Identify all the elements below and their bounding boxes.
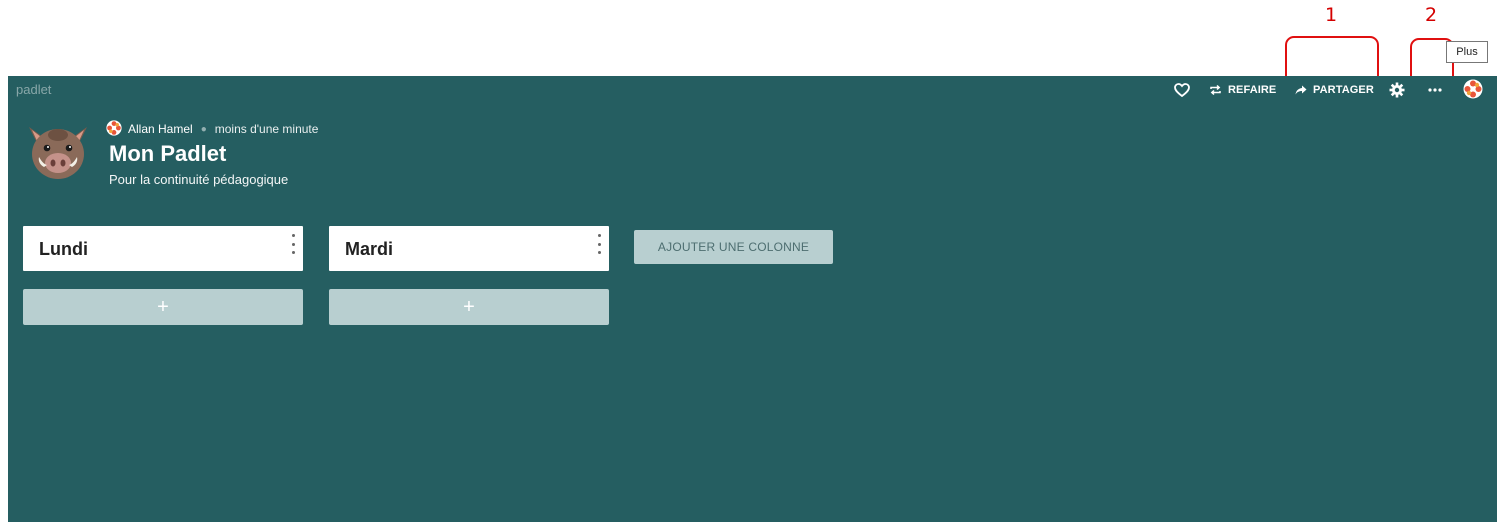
add-post-button[interactable]: +: [329, 289, 609, 325]
settings-button[interactable]: [1389, 81, 1405, 99]
author-avatar-icon: [106, 119, 122, 139]
add-column-button[interactable]: AJOUTER UNE COLONNE: [634, 230, 833, 264]
annotation-number-2: 2: [1425, 4, 1438, 26]
boar-icon: [23, 127, 93, 185]
ellipsis-icon: [1428, 88, 1442, 92]
board-subtitle: Pour la continuité pédagogique: [109, 172, 289, 187]
more-button[interactable]: [1428, 81, 1442, 99]
repeat-icon: [1209, 84, 1222, 96]
share-arrow-icon: [1295, 85, 1307, 95]
column-header[interactable]: Mardi: [329, 226, 609, 271]
partager-button[interactable]: PARTAGER: [1295, 81, 1374, 99]
remake-label: REFAIRE: [1228, 84, 1277, 96]
board-avatar[interactable]: [23, 121, 93, 186]
padlet-board: padlet REFAIRE PARTAGER Allan Hamel ● mo…: [8, 76, 1497, 522]
author-name[interactable]: Allan Hamel: [128, 122, 193, 136]
share-label: PARTAGER: [1313, 84, 1374, 96]
column-menu-icon[interactable]: [595, 234, 603, 254]
remake-button[interactable]: REFAIRE: [1209, 81, 1276, 99]
annotation-number-1: 1: [1325, 4, 1338, 26]
top-bar: padlet REFAIRE PARTAGER: [8, 76, 1497, 104]
padlet-brand[interactable]: padlet: [16, 82, 51, 97]
column-title: Mardi: [345, 239, 394, 259]
column-header[interactable]: Lundi: [23, 226, 303, 271]
user-menu-button[interactable]: [1463, 79, 1483, 99]
heart-icon: [1174, 83, 1190, 97]
column-lundi: Lundi +: [23, 226, 303, 325]
more-tooltip: Plus: [1446, 41, 1488, 63]
author-row: Allan Hamel ● moins d'une minute: [106, 119, 319, 139]
board-title: Mon Padlet: [109, 141, 227, 166]
column-title: Lundi: [39, 239, 88, 259]
like-button[interactable]: [1174, 81, 1190, 99]
column-menu-icon[interactable]: [289, 234, 297, 254]
separator-dot: ●: [200, 123, 207, 135]
column-mardi: Mardi +: [329, 226, 609, 325]
gear-icon: [1389, 82, 1405, 98]
padlet-flower-icon: [1463, 79, 1483, 99]
timestamp: moins d'une minute: [214, 122, 319, 136]
add-post-button[interactable]: +: [23, 289, 303, 325]
